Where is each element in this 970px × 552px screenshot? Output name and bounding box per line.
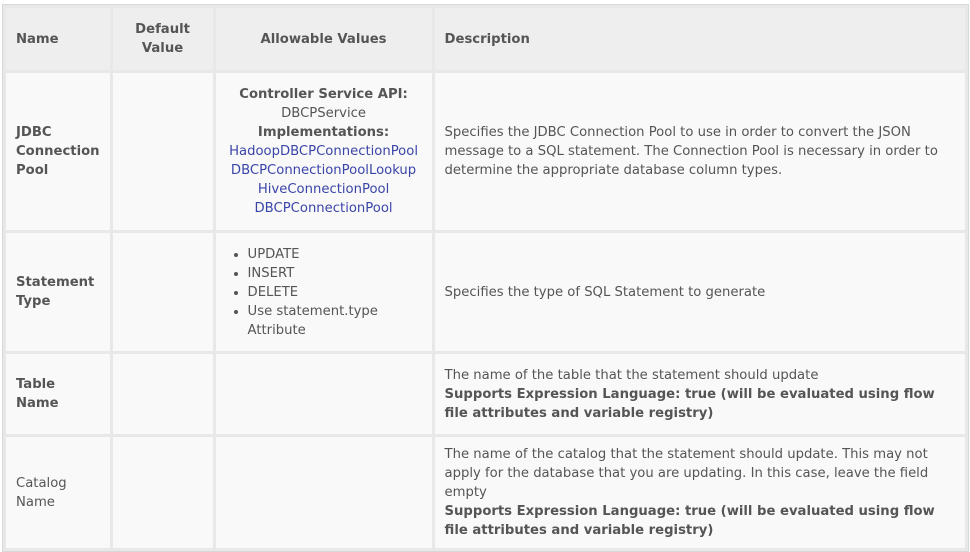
allowable-value: INSERT [248, 264, 422, 283]
properties-table: Name Default Value Allowable Values Desc… [2, 4, 969, 552]
impl-link[interactable]: DBCPConnectionPoolLookup [231, 163, 416, 178]
property-name: Table Name [6, 354, 110, 434]
api-value: DBCPService [281, 106, 366, 121]
default-value [112, 354, 213, 434]
impl-label: Implementations: [257, 125, 390, 140]
description: Specifies the JDBC Connection Pool to us… [434, 73, 965, 230]
impl-link[interactable]: DBCPConnectionPool [255, 201, 393, 216]
table-header: Name Default Value Allowable Values Desc… [6, 8, 965, 70]
allowable-values [215, 437, 432, 548]
allowable-value: UPDATE [248, 245, 422, 264]
default-value [112, 233, 213, 351]
api-label: Controller Service API: [239, 87, 408, 102]
table-row: JDBC Connection Pool Controller Service … [6, 73, 965, 230]
description: The name of the table that the statement… [434, 354, 965, 434]
description: Specifies the type of SQL Statement to g… [434, 233, 965, 351]
description-text: The name of the table that the statement… [444, 367, 819, 383]
description-text: The name of the catalog that the stateme… [444, 447, 929, 500]
header-description: Description [434, 8, 965, 70]
description: The name of the catalog that the stateme… [434, 437, 965, 548]
header-default-value: Default Value [112, 8, 213, 70]
default-value [112, 73, 213, 230]
property-name: JDBC Connection Pool [6, 73, 110, 230]
table-row: Table Name The name of the table that th… [6, 354, 965, 434]
expression-language-note: Supports Expression Language: true (will… [444, 504, 935, 538]
expression-language-note: Supports Expression Language: true (will… [444, 386, 935, 421]
impl-link[interactable]: HadoopDBCPConnectionPool [229, 144, 418, 159]
allowable-values: Controller Service API: DBCPService Impl… [215, 73, 432, 230]
default-value [112, 437, 213, 548]
table-row: Catalog Name The name of the catalog tha… [6, 437, 965, 548]
allowable-value: DELETE [248, 283, 422, 302]
allowable-value: Use statement.type Attribute [248, 302, 422, 340]
property-name: Catalog Name [6, 437, 110, 548]
header-name: Name [6, 8, 110, 70]
table-row: Statement Type UPDATE INSERT DELETE Use … [6, 233, 965, 351]
property-name: Statement Type [6, 233, 110, 351]
allowable-values: UPDATE INSERT DELETE Use statement.type … [215, 233, 432, 351]
header-allowable-values: Allowable Values [215, 8, 432, 70]
impl-link[interactable]: HiveConnectionPool [258, 182, 389, 197]
allowable-values [215, 354, 432, 434]
